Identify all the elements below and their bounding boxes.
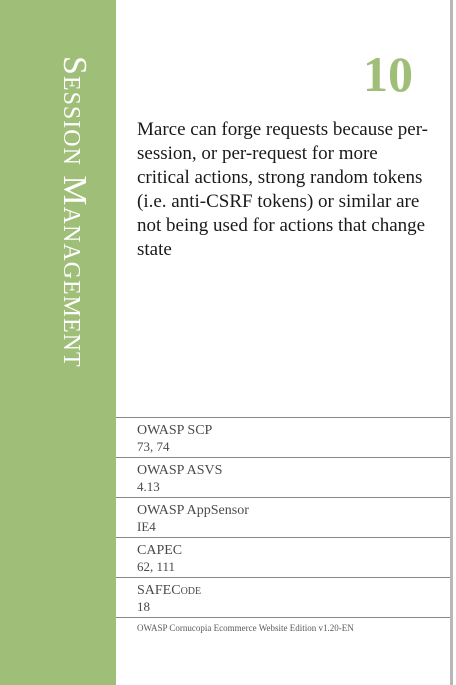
card: Session Management 10 Marce can forge re… [0, 0, 453, 685]
reference-owasp-asvs: OWASP ASVS 4.13 [116, 457, 453, 497]
card-number: 10 [363, 46, 413, 102]
reference-value: 18 [137, 599, 150, 614]
references-list: OWASP SCP 73, 74 OWASP ASVS 4.13 OWASP A… [116, 417, 453, 634]
reference-value: 62, 111 [137, 559, 176, 574]
suit-title: Session Management [56, 56, 93, 368]
reference-owasp-appsensor: OWASP AppSensor IE4 [116, 497, 453, 537]
reference-capec: CAPEC 62, 111 [116, 537, 453, 577]
reference-label: OWASP SCP [137, 423, 213, 438]
reference-value: 73, 74 [137, 439, 170, 454]
edition-footer: OWASP Cornucopia Ecommerce Website Editi… [116, 617, 453, 634]
card-description: Marce can forge requests because per-ses… [137, 119, 428, 260]
reference-value: 4.13 [137, 479, 160, 494]
reference-label: OWASP ASVS [137, 463, 223, 478]
reference-label: OWASP AppSensor [137, 503, 249, 518]
reference-value: IE4 [137, 519, 156, 534]
reference-owasp-scp: OWASP SCP 73, 74 [116, 417, 453, 457]
reference-label: SAFECode [137, 583, 202, 598]
suit-sidebar: Session Management [0, 0, 116, 685]
card-edge [450, 0, 453, 685]
reference-safecode: SAFECode 18 [116, 577, 453, 617]
reference-label: CAPEC [137, 543, 183, 558]
